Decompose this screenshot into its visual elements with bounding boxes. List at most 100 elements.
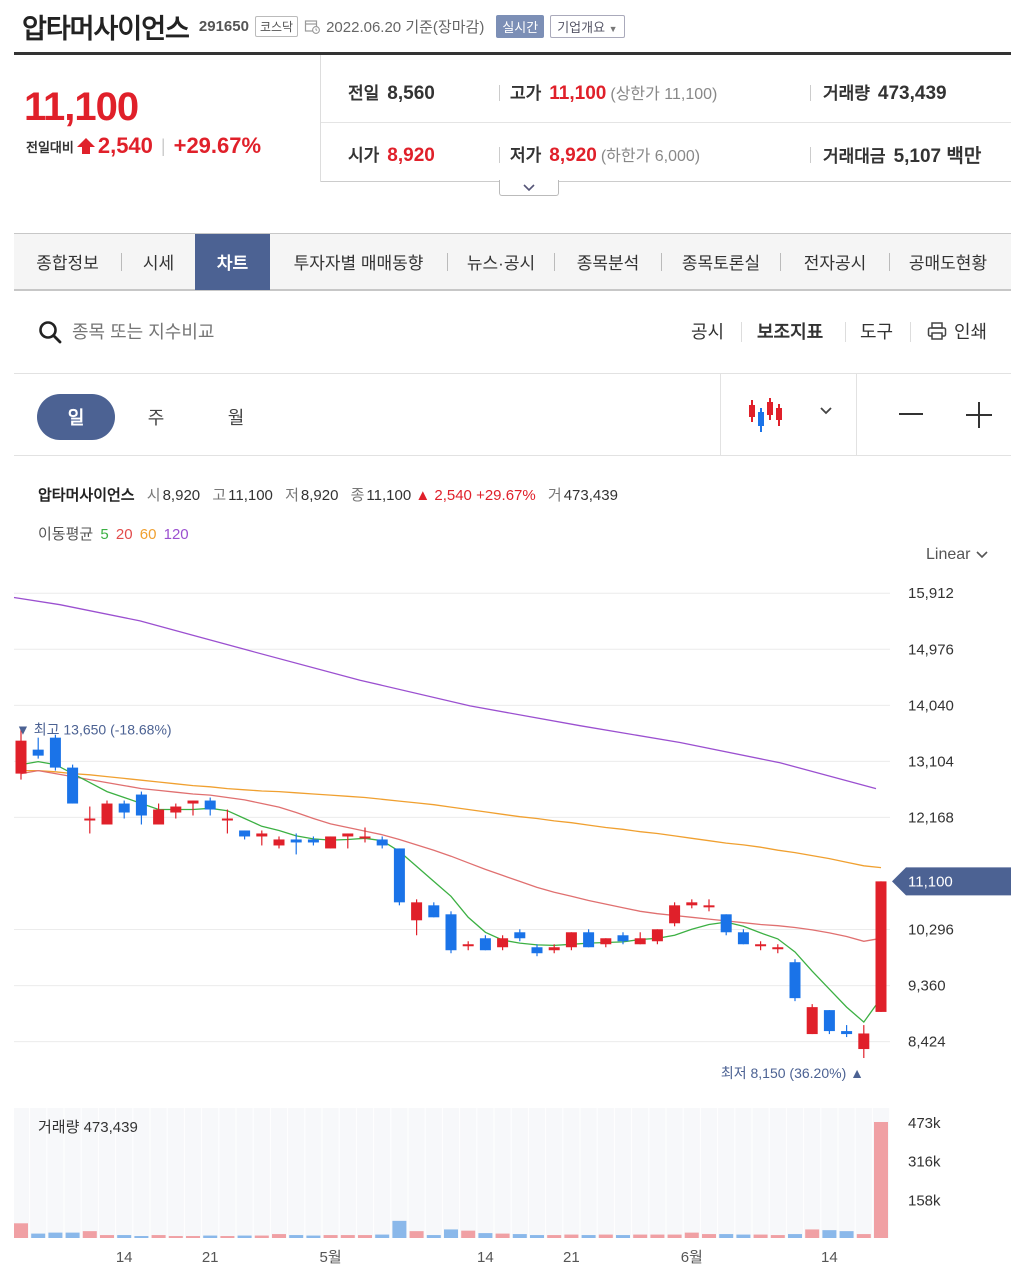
zoom-in-icon[interactable] [964, 400, 994, 430]
candle-body [135, 794, 147, 816]
print-icon[interactable] [927, 321, 947, 341]
divider [856, 374, 857, 456]
volume-bar [702, 1234, 716, 1238]
volume-chart-label: 거래량 473,439 [38, 1119, 138, 1136]
volume-value: 473,439 [563, 487, 618, 504]
drawing-tools-button[interactable]: 도구 [860, 318, 893, 344]
period-weekly[interactable]: 주 [117, 394, 195, 440]
chevron-down-icon[interactable] [819, 404, 833, 418]
company-overview-label: 기업개요 [557, 19, 606, 35]
prev-value: 8,560 [387, 83, 435, 104]
chart-toolbar: 공시 보조지표 도구 인쇄 [14, 292, 1011, 374]
compare-search-input[interactable] [72, 316, 372, 348]
candle-body [342, 833, 354, 837]
x-tick-label: 14 [821, 1249, 838, 1266]
quote-date: 2022.06.20 기준(장마감) [326, 18, 485, 36]
divider [499, 147, 500, 163]
tab-news[interactable]: 뉴스·공시 [448, 234, 554, 290]
volume-bar [31, 1233, 46, 1238]
candle-body [239, 830, 251, 837]
tab-e-disclosure[interactable]: 전자공시 [781, 234, 889, 290]
candle-body [651, 929, 663, 942]
x-tick-label: 21 [202, 1249, 219, 1266]
y-tick-label: 12,168 [908, 809, 954, 826]
candle-body [789, 962, 801, 999]
volume-bar [14, 1223, 28, 1238]
chevron-down-icon: ▼ [608, 23, 618, 34]
stock-header: 압타머사이언스 291650 코스닥 2022.06.20 기준(장마감) 실시… [22, 10, 625, 44]
divider [910, 322, 911, 342]
period-monthly[interactable]: 월 [197, 394, 275, 440]
price-chart[interactable]: 8,424 9,360 10,296 12,168 13,104 14,040 14,976… [0, 570, 1011, 1090]
print-button[interactable]: 인쇄 [954, 318, 987, 344]
candle-body [15, 740, 27, 774]
tab-chart[interactable]: 차트 [195, 233, 270, 290]
tab-quotes[interactable]: 시세 [122, 234, 195, 290]
low-annotation: 최저 8,150 (36.20%) ▲ [721, 1065, 864, 1081]
high-label: 고가 [510, 84, 542, 103]
volume-bar [856, 1234, 871, 1238]
volume-bar [461, 1230, 476, 1238]
ma60-line [21, 769, 882, 869]
volume-bar [495, 1233, 510, 1238]
trade-amount: 거래대금 5,107 백만 [823, 141, 981, 168]
row-divider [321, 122, 1011, 123]
open-price: 시가 8,920 [348, 141, 435, 167]
volume-bar [340, 1235, 355, 1238]
volume-tick-label: 316k [908, 1154, 941, 1171]
volume-bar [478, 1233, 493, 1238]
tab-bar: 종합정보 시세 차트 투자자별 매매동향 뉴스·공시 종목분석 종목토론실 전자… [14, 233, 1011, 291]
candlestick-type-icon[interactable] [747, 396, 787, 434]
candle-body [325, 836, 337, 849]
moving-average-legend[interactable]: 이동평균 5 20 60 120 [38, 523, 192, 544]
candle-body [411, 902, 423, 921]
divider [845, 322, 846, 342]
indicators-button[interactable]: 보조지표 [757, 318, 823, 344]
candle-body [686, 902, 698, 906]
volume-background [14, 1108, 890, 1238]
volume-bar [392, 1220, 407, 1238]
company-overview-button[interactable]: 기업개요 ▼ [550, 14, 625, 38]
zoom-out-icon[interactable] [897, 400, 925, 428]
volume-bar [289, 1235, 304, 1238]
x-tick-label: 5월 [320, 1249, 342, 1266]
high-price: 고가 11,100 (상한가 11,100) [510, 79, 717, 105]
period-daily[interactable]: 일 [37, 394, 115, 440]
candle-body [669, 905, 681, 924]
volume-bar [753, 1234, 768, 1238]
candle-body [445, 914, 457, 951]
open-value: 8,920 [387, 145, 435, 166]
close-label: 종 [350, 487, 365, 504]
tab-analysis[interactable]: 종목분석 [555, 234, 661, 290]
volume-bar [306, 1235, 321, 1238]
volume-bar [616, 1235, 630, 1238]
volume-bar [564, 1234, 579, 1238]
volume-chart[interactable]: 158k 316k 473k 14 21 5월 14 21 6월 14 [0, 1104, 1011, 1274]
expand-button[interactable] [499, 180, 559, 196]
candle-body [359, 836, 371, 839]
volume-bar [65, 1232, 80, 1238]
scale-value: Linear [926, 546, 971, 563]
disclosure-button[interactable]: 공시 [691, 318, 724, 344]
low-label: 저가 [510, 146, 542, 165]
tab-investor-trading[interactable]: 투자자별 매매동향 [270, 234, 447, 290]
chart-stock-name: 압타머사이언스 [38, 487, 135, 504]
candle-body [823, 1010, 835, 1032]
volume-bar [151, 1235, 166, 1238]
prev-close: 전일 8,560 [348, 79, 435, 105]
candle-body [170, 806, 182, 813]
volume-bar [530, 1235, 544, 1238]
tab-short-selling[interactable]: 공매도현황 [890, 234, 1006, 290]
tab-overview[interactable]: 종합정보 [14, 234, 121, 290]
candle-body [634, 938, 646, 945]
candle-body [204, 800, 216, 810]
tab-discussion[interactable]: 종목토론실 [662, 234, 780, 290]
ma60-legend: 60 [139, 526, 157, 543]
ma120-line [13, 596, 877, 790]
candle-body [428, 905, 440, 918]
realtime-button[interactable]: 실시간 [496, 14, 545, 38]
search-icon[interactable] [38, 320, 62, 344]
candle-body [221, 818, 233, 821]
candle-body [600, 938, 612, 945]
scale-selector[interactable]: Linear [926, 546, 989, 564]
